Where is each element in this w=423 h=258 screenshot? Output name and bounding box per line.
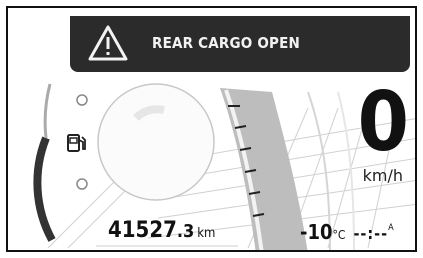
fuel-pump-icon: [67, 134, 86, 152]
speed-value: 0: [357, 75, 409, 170]
odometer: 41527.3 km: [108, 218, 215, 243]
outside-temperature: -10: [300, 220, 333, 244]
warning-triangle-icon: [88, 25, 128, 61]
gauge-dial: [97, 83, 215, 201]
instrument-cluster-display: REAR CARGO OPEN 0 km/h 41527.3 km -10°C --…: [6, 6, 417, 252]
alert-message: REAR CARGO OPEN: [152, 34, 300, 52]
fuel-empty-marker: [76, 178, 88, 190]
alert-banner: REAR CARGO OPEN: [70, 16, 410, 72]
odometer-decimal: .3: [176, 221, 195, 242]
speed-unit: km/h: [362, 166, 403, 185]
fuel-level-arc: [33, 136, 56, 242]
odometer-integer: 41527: [108, 218, 177, 243]
odometer-unit: km: [197, 226, 216, 241]
temperature-unit: °C: [332, 228, 346, 242]
fuel-full-marker: [76, 94, 88, 106]
fuel-empty-arc: [43, 83, 52, 139]
clock: --:--: [353, 224, 389, 243]
clock-suffix: A: [388, 223, 394, 233]
status-readout: -10°C --:--A: [300, 220, 394, 244]
